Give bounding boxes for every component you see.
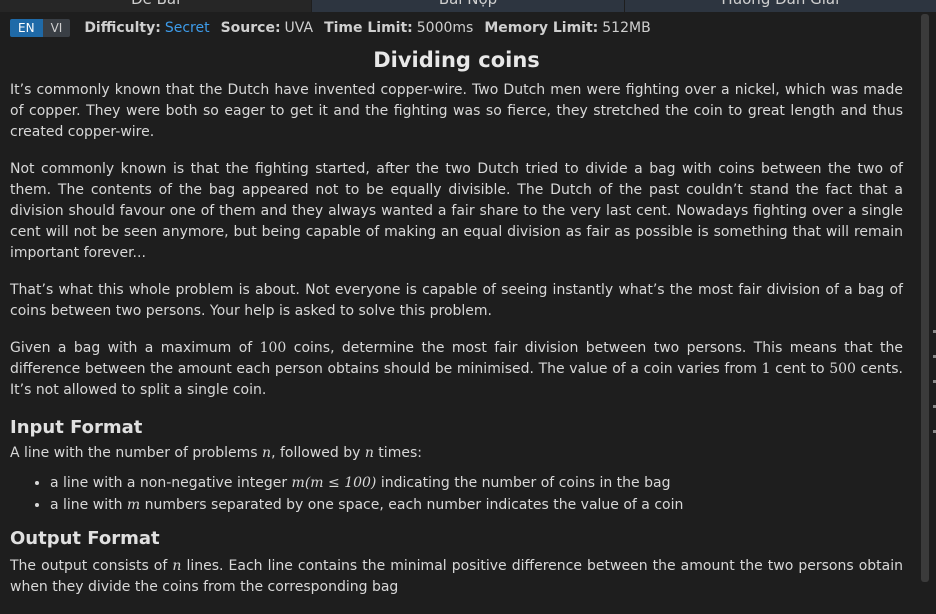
paragraph-1: It’s commonly known that the Dutch have … [10,82,903,140]
source-value: UVA [284,20,314,36]
paragraph-4: Given a bag with a maximum of 100 coins,… [10,340,903,398]
output-format-heading: Output Format [10,528,160,549]
list-item: a line with a non-negative integer m(m ≤… [50,472,903,494]
input-format-heading: Input Format [10,417,143,438]
problem-title: Dividing coins [373,48,540,72]
tab-bar: Đề Bài Bài Nộp Hướng Dẫn Giải [0,0,936,12]
time-limit-label: Time Limit: [324,20,413,36]
tab-solution-guide[interactable]: Hướng Dẫn Giải [623,0,936,12]
difficulty-label: Difficulty: [84,20,161,36]
tab-submissions[interactable]: Bài Nộp [311,0,624,12]
input-format-list: a line with a non-negative integer m(m ≤… [10,472,903,516]
lang-vi-button[interactable]: VI [42,19,71,37]
lang-en-button[interactable]: EN [10,19,43,37]
difficulty-value[interactable]: Secret [165,20,210,36]
math-max-coins: 100 [259,340,287,356]
math-min-value: 1 [761,361,771,377]
vertical-scrollbar[interactable] [921,14,929,582]
paragraph-2: Not commonly known is that the fighting … [10,161,903,261]
language-toggle: EN VI [10,19,71,37]
input-format-text: A line with the number of problems n, fo… [10,445,422,461]
paragraph-3: That’s what this whole problem is about.… [10,282,903,319]
problem-statement: Dividing coins It’s commonly known that … [10,42,903,614]
problem-meta: EN VI Difficulty: Secret Source: UVA Tim… [10,18,662,38]
memory-limit-label: Memory Limit: [484,20,599,36]
tab-problem[interactable]: Đề Bài [0,0,312,12]
list-item: a line with m numbers separated by one s… [50,494,903,516]
memory-limit-value: 512MB [602,20,651,36]
math-max-value: 500 [829,361,856,377]
time-limit-value: 5000ms [416,20,474,36]
source-label: Source: [220,20,281,36]
output-format-text: The output consists of n lines. Each lin… [10,558,903,595]
